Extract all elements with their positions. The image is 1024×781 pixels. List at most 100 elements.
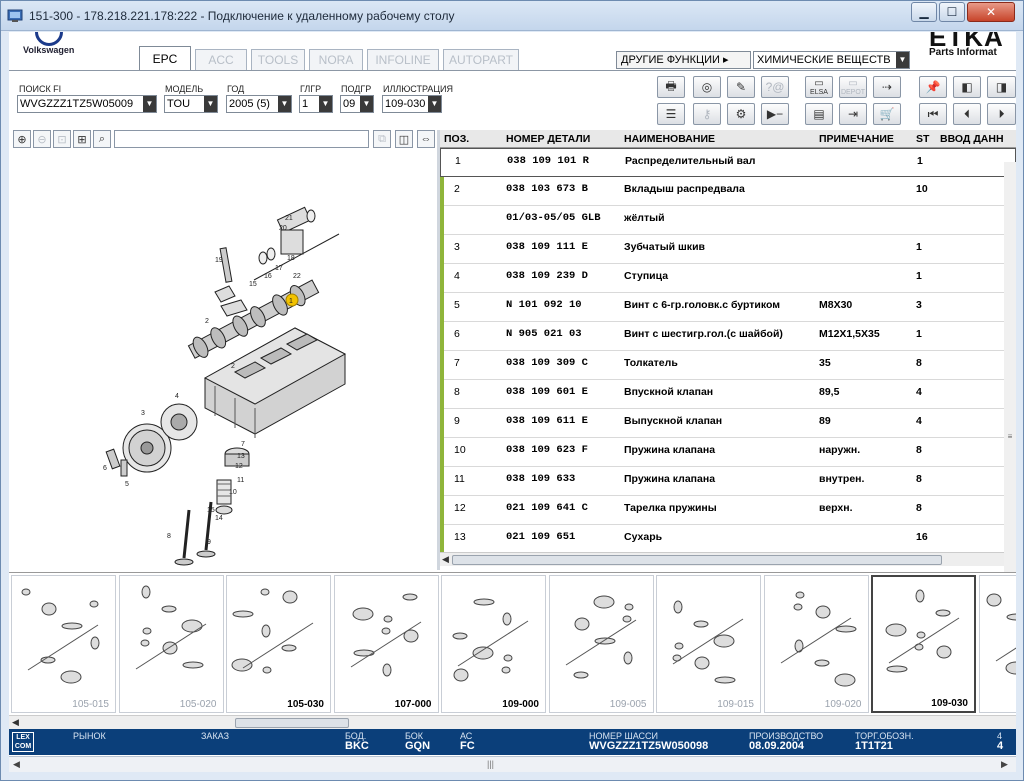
zoom-area-button[interactable]: ⊞ bbox=[73, 130, 91, 148]
chevron-down-icon[interactable]: ▼ bbox=[143, 96, 156, 112]
thumbnail-item[interactable]: 109-015 bbox=[656, 575, 761, 713]
thumbnail-item[interactable]: 107-000 bbox=[333, 575, 439, 713]
tab-infoline[interactable]: INFOLINE bbox=[367, 49, 439, 70]
table-scroll-thumb[interactable] bbox=[452, 555, 942, 565]
copy-button[interactable]: ⧉ bbox=[373, 130, 391, 148]
cart-out-button[interactable]: ⇥ bbox=[839, 103, 867, 125]
illustration-search-input[interactable] bbox=[114, 130, 369, 148]
callout-18[interactable]: 18 bbox=[287, 255, 295, 262]
callout-2b[interactable]: 2 bbox=[231, 363, 235, 370]
cart-transfer-button[interactable]: ⇢ bbox=[873, 76, 901, 98]
table-horizontal-scrollbar[interactable]: ◀ bbox=[440, 552, 1016, 566]
list-button[interactable]: ☰ bbox=[657, 103, 685, 125]
thumbnail-item[interactable] bbox=[978, 575, 1016, 713]
table-row[interactable]: 6 N 905 021 03 Винт с шестигр.гол.(с шайбо… bbox=[440, 322, 1016, 351]
scroll-right-icon[interactable]: ▶ bbox=[1001, 759, 1008, 770]
year-select[interactable]: 2005 (5) ▼ bbox=[226, 95, 292, 113]
zoom-fit-button[interactable]: ⊡ bbox=[53, 130, 71, 148]
callout-21[interactable]: 21 bbox=[285, 215, 293, 222]
group-select[interactable]: 1 ▼ bbox=[299, 95, 333, 113]
cart-button[interactable]: 🛒 bbox=[873, 103, 901, 125]
forward-page-button[interactable]: ◨ bbox=[987, 76, 1016, 98]
col-name[interactable]: НАИМЕНОВАНИЕ bbox=[624, 133, 715, 145]
table-row[interactable]: 2 038 103 673 B Вкладыш распредвала 10 bbox=[440, 177, 1016, 206]
table-row[interactable]: 13 021 109 651 Сухарь 16 bbox=[440, 525, 1016, 552]
callout-6[interactable]: 6 bbox=[103, 465, 107, 472]
scroll-left-icon[interactable]: ◀ bbox=[442, 554, 449, 565]
callout-11[interactable]: 11 bbox=[237, 477, 244, 484]
zoom-in-button[interactable]: ⊕ bbox=[13, 130, 31, 148]
thumbnail-item[interactable]: 109-030 bbox=[871, 575, 976, 713]
disc-button[interactable]: ◎ bbox=[693, 76, 721, 98]
next-button[interactable]: ⏵ bbox=[987, 103, 1016, 125]
bike-button[interactable]: ⚙ bbox=[727, 103, 755, 125]
tab-acc[interactable]: ACC bbox=[195, 49, 247, 70]
tab-autopart[interactable]: AUTOPART bbox=[443, 49, 519, 70]
table-row[interactable]: 01/03-05/05 GLB жёлтый bbox=[440, 206, 1016, 235]
callout-4[interactable]: 4 bbox=[175, 393, 179, 400]
callout-15b[interactable]: 15 bbox=[207, 507, 215, 514]
chevron-down-icon[interactable]: ▼ bbox=[278, 96, 291, 112]
previous-button[interactable]: ⏴ bbox=[953, 103, 981, 125]
elsa-button[interactable]: ▭ ELSA bbox=[805, 76, 833, 98]
col-st[interactable]: ST bbox=[916, 133, 929, 145]
thumbnail-item[interactable]: 105-015 bbox=[11, 575, 116, 713]
maximize-button[interactable]: ☐ bbox=[939, 2, 965, 22]
table-row[interactable]: 11 038 109 633 Пружина клапана внутрен. 8 bbox=[440, 467, 1016, 496]
resize-button[interactable]: ⇔ bbox=[417, 130, 435, 148]
table-row[interactable]: 4 038 109 239 D Ступица 1 bbox=[440, 264, 1016, 293]
callout-9[interactable]: 9 bbox=[207, 539, 211, 546]
split-view-button[interactable]: ◫ bbox=[395, 130, 413, 148]
table-row[interactable]: 9 038 109 611 E Выпускной клапан 89 4 bbox=[440, 409, 1016, 438]
thumbnail-scrollbar[interactable]: ◀ bbox=[9, 715, 1016, 729]
table-row[interactable]: 8 038 109 601 E Впускной клапан 89,5 4 bbox=[440, 380, 1016, 409]
callout-3[interactable]: 3 bbox=[141, 410, 145, 417]
callout-1[interactable]: 1 bbox=[289, 298, 293, 305]
pin-button[interactable]: 📌 bbox=[919, 76, 947, 98]
play-step-button[interactable]: ▶− bbox=[761, 103, 789, 125]
table-row[interactable]: 1 038 109 101 R Распределительный вал 1 bbox=[440, 148, 1016, 177]
col-entry[interactable]: ВВОД ДАНН bbox=[940, 133, 1004, 145]
table-row[interactable]: 3 038 109 111 E Зубчатый шкив 1 bbox=[440, 235, 1016, 264]
back-page-button[interactable]: ◧ bbox=[953, 76, 981, 98]
chevron-down-icon[interactable]: ▼ bbox=[319, 96, 332, 112]
thumbnail-item[interactable]: 105-020 bbox=[118, 575, 224, 713]
callout-14[interactable]: 14 bbox=[215, 515, 223, 522]
thumbnail-item[interactable]: 109-000 bbox=[441, 575, 546, 713]
callout-8[interactable]: 8 bbox=[167, 533, 171, 540]
vin-select[interactable]: WVGZZZ1TZ5W05009 ▼ bbox=[17, 95, 157, 113]
other-functions-button[interactable]: ДРУГИЕ ФУНКЦИИ ▸ bbox=[616, 51, 751, 69]
tab-epc[interactable]: EPC bbox=[139, 46, 191, 71]
first-button[interactable]: ⏮ bbox=[919, 103, 947, 125]
chemicals-select[interactable]: ХИМИЧЕСКИЕ ВЕЩЕСТВ ▼ bbox=[753, 51, 910, 69]
key-button[interactable]: ⚷ bbox=[693, 103, 721, 125]
table-row[interactable]: 10 038 109 623 F Пружина клапана наружн. 8 bbox=[440, 438, 1016, 467]
minimize-button[interactable]: ▁ bbox=[911, 2, 937, 22]
callout-19[interactable]: 19 bbox=[215, 257, 223, 264]
callout-2a[interactable]: 2 bbox=[205, 318, 209, 325]
callout-20[interactable]: 20 bbox=[279, 225, 287, 232]
callout-7[interactable]: 7 bbox=[241, 441, 245, 448]
print-button[interactable]: 🖶 bbox=[657, 76, 685, 98]
callout-10[interactable]: 10 bbox=[229, 489, 237, 496]
document-button[interactable]: ▤ bbox=[805, 103, 833, 125]
col-part-number[interactable]: НОМЕР ДЕТАЛИ bbox=[506, 133, 590, 145]
chevron-down-icon[interactable]: ▼ bbox=[204, 96, 217, 112]
search-button[interactable]: ⌕ bbox=[93, 130, 111, 148]
illustration-select[interactable]: 109-030 ▼ bbox=[382, 95, 442, 113]
chevron-down-icon[interactable]: ▼ bbox=[360, 96, 373, 112]
help-button[interactable]: ?@ bbox=[761, 76, 789, 98]
chevron-down-icon[interactable]: ▼ bbox=[896, 52, 909, 68]
table-row[interactable]: 5 N 101 092 10 Винт с 6-гр.головк.с буртик… bbox=[440, 293, 1016, 322]
callout-12[interactable]: 12 bbox=[235, 463, 243, 470]
chevron-down-icon[interactable]: ▼ bbox=[428, 96, 441, 112]
pricing-button[interactable]: ✎ bbox=[727, 76, 755, 98]
model-select[interactable]: TOU ▼ bbox=[164, 95, 218, 113]
callout-5[interactable]: 5 bbox=[125, 481, 129, 488]
table-row[interactable]: 7 038 109 309 C Толкатель 35 8 bbox=[440, 351, 1016, 380]
thumbnail-item[interactable]: 109-005 bbox=[548, 575, 654, 713]
depot-button[interactable]: ▭ DEPOT bbox=[839, 76, 867, 98]
scroll-left-icon[interactable]: ◀ bbox=[12, 717, 19, 728]
scroll-left-icon[interactable]: ◀ bbox=[13, 759, 20, 770]
table-vertical-scrollbar[interactable]: ≡ bbox=[1004, 162, 1016, 572]
